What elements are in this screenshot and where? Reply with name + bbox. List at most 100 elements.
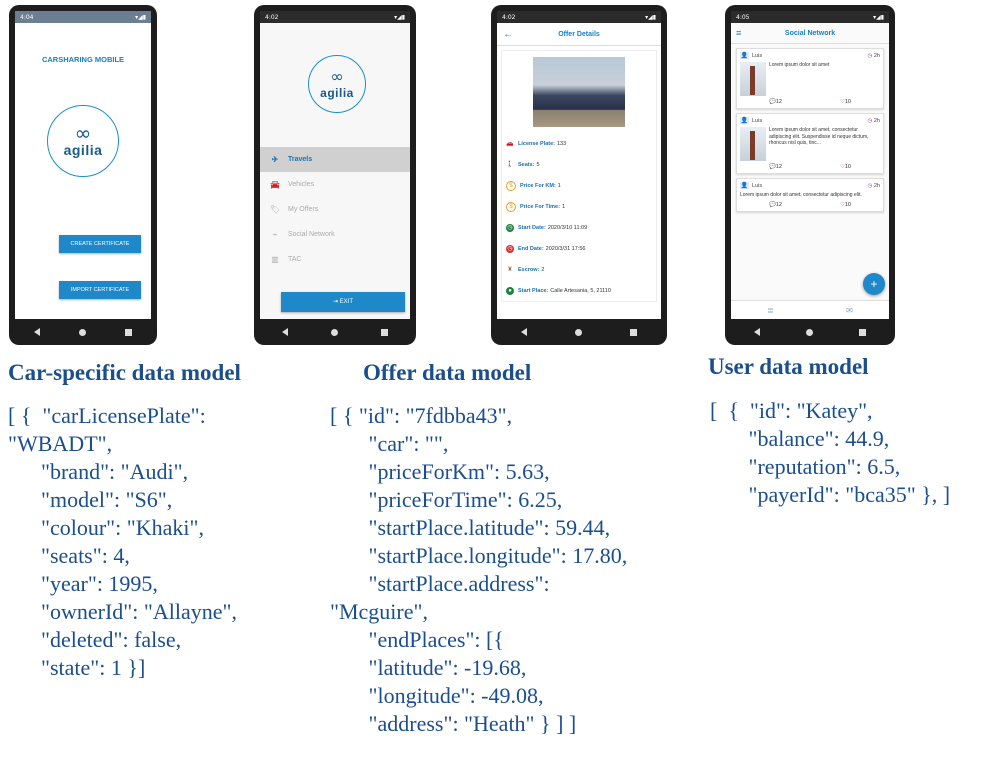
like-button[interactable]: ♡10 — [840, 202, 851, 208]
post-body: Lorem ipsum dolor sit amet — [740, 62, 880, 96]
menu-item-travels[interactable]: ✈ Travels — [260, 147, 410, 172]
detail-value: 2 — [541, 266, 545, 273]
post-header: 👤 Luis ◷ 2h — [740, 52, 880, 59]
like-button[interactable]: ♡10 — [840, 99, 851, 105]
detail-label: End Date: — [518, 245, 544, 252]
post-body: Lorem ipsum dolor sit amet, consectetur … — [740, 127, 880, 161]
comment-count: 12 — [775, 164, 782, 170]
status-time: 4:05 — [736, 13, 750, 21]
detail-price-time: $ Price For Time: 1 — [502, 196, 656, 217]
car-json: [ { "carLicensePlate": "WBADT", "brand":… — [8, 403, 237, 680]
exit-button[interactable]: ⇥ EXIT — [281, 292, 405, 312]
infinity-icon: ∞ — [330, 67, 344, 86]
mail-icon[interactable]: ✉ — [846, 306, 853, 315]
screen-offer-details: 4:02 ▾◢▮ ← Offer Details 🚗 License Plate… — [497, 11, 661, 319]
import-certificate-button[interactable]: IMPORT CERTIFICATE — [59, 281, 141, 299]
menu-item-my-offers[interactable]: 🏷 My Offers — [260, 197, 410, 222]
status-time: 4:02 — [265, 13, 279, 21]
comment-button[interactable]: 💬12 — [769, 164, 782, 170]
menu-item-label: My Offers — [288, 206, 319, 213]
post-card[interactable]: 👤 Luis ◷ 2h Lorem ipsum dolor sit amet, … — [736, 178, 884, 212]
recents-icon[interactable] — [381, 328, 389, 336]
page-title: Offer Details — [558, 30, 600, 38]
tag-icon: 🏷 — [269, 205, 281, 214]
recents-icon[interactable] — [630, 328, 637, 336]
detail-escrow: ♜ Escrow: 2 — [502, 259, 656, 280]
like-count: 10 — [844, 164, 851, 170]
back-icon[interactable] — [754, 328, 760, 336]
post-time-value: 2h — [873, 117, 880, 124]
back-icon[interactable] — [34, 328, 41, 336]
post-text: Lorem ipsum dolor sit amet — [769, 62, 830, 68]
back-icon[interactable] — [281, 328, 288, 336]
menu-item-label: TAC — [288, 256, 302, 263]
post-user: 👤 Luis — [740, 182, 762, 189]
back-icon[interactable] — [521, 328, 527, 336]
offer-json: [ { "id": "7fdbba43", "car": "", "priceF… — [330, 403, 628, 736]
home-icon[interactable] — [575, 328, 582, 336]
post-time: ◷ 2h — [868, 183, 880, 189]
comment-icon: 💬 — [768, 201, 776, 208]
offer-card: 🚗 License Plate: 133 🚶 Seats: 5 $ Price … — [501, 50, 657, 302]
bottom-tab-bar: ≣ ✉ — [731, 300, 889, 319]
menu-item-social-network[interactable]: ⌁ Social Network — [260, 222, 410, 247]
comment-button[interactable]: 💬12 — [769, 202, 782, 208]
agilia-logo: ∞ agilia — [47, 105, 119, 177]
home-icon[interactable] — [330, 328, 338, 336]
add-post-fab[interactable]: + — [863, 273, 885, 295]
comment-count: 12 — [775, 201, 782, 208]
system-nav-bar — [731, 322, 889, 342]
detail-value: 133 — [557, 140, 567, 147]
detail-label: Seats: — [518, 161, 535, 168]
exit-icon: ⇥ — [332, 299, 338, 305]
like-count: 10 — [844, 201, 851, 208]
menu-item-vehicles[interactable]: 🚘 Vehicles — [260, 172, 410, 197]
post-body: Lorem ipsum dolor sit amet, consectetur … — [740, 192, 880, 199]
signal-icon: ▾◢▮ — [394, 13, 405, 21]
detail-label: Price For Time: — [520, 203, 560, 210]
post-text: Lorem ipsum dolor sit amet, consectetur … — [740, 192, 862, 198]
screen-social-network: 4:05 ▾◢▮ ≡ Social Network 👤 Luis ◷ 2h Lo… — [731, 11, 889, 319]
caption-offer-model: Offer data model — [363, 360, 532, 385]
post-footer: 💬12 ♡10 — [740, 99, 880, 105]
signal-icon: ▾◢▮ — [645, 13, 656, 21]
post-card[interactable]: 👤 Luis ◷ 2h Lorem ipsum dolor sit amet 💬… — [736, 48, 884, 109]
recents-icon[interactable] — [859, 328, 866, 336]
menu-item-label: Travels — [288, 156, 313, 163]
status-time: 4:04 — [20, 13, 34, 21]
clock-icon: ◷ — [867, 182, 873, 189]
chart-icon: ▥ — [271, 255, 279, 264]
like-count: 10 — [844, 99, 851, 105]
status-bar: 4:02 ▾◢▮ — [497, 11, 661, 23]
menu-item-label: Social Network — [288, 231, 335, 238]
phone-carsharing-home: 4:04 ▾◢▮ CARSHARING MOBILE ∞ agilia CREA… — [9, 5, 157, 345]
home-icon[interactable] — [78, 328, 86, 336]
comment-icon: 💬 — [768, 164, 776, 170]
list-icon[interactable]: ≣ — [767, 306, 774, 315]
clock-icon: ◷ — [867, 117, 873, 124]
menu-item-label: Vehicles — [288, 181, 315, 188]
app-bar: ← Offer Details — [497, 23, 661, 46]
status-bar: 4:04 ▾◢▮ — [15, 11, 151, 23]
detail-label: Start Date: — [518, 224, 546, 231]
recents-icon[interactable] — [124, 328, 132, 336]
user-json: [ { "id": "Katey", "balance": 44.9, "rep… — [710, 398, 951, 507]
post-time-value: 2h — [873, 52, 880, 59]
status-bar: 4:05 ▾◢▮ — [731, 11, 889, 23]
like-button[interactable]: ♡10 — [840, 164, 851, 170]
home-icon[interactable] — [806, 328, 813, 336]
post-footer: 💬12 ♡10 — [740, 164, 880, 170]
post-header: 👤 Luis ◷ 2h — [740, 117, 880, 124]
comment-button[interactable]: 💬12 — [769, 99, 782, 105]
detail-label: Price For KM: — [520, 182, 556, 189]
create-certificate-button[interactable]: CREATE CERTIFICATE — [59, 235, 141, 253]
car-icon: 🚗 — [506, 141, 514, 147]
detail-value: 2020/3/10 11:09 — [547, 224, 588, 231]
plus-icon: + — [870, 277, 878, 291]
hamburger-menu-icon[interactable]: ≡ — [736, 28, 741, 38]
phone-social-network: 4:05 ▾◢▮ ≡ Social Network 👤 Luis ◷ 2h Lo… — [725, 5, 895, 345]
airplane-icon: ✈ — [271, 155, 279, 164]
back-arrow-icon[interactable]: ← — [503, 29, 513, 40]
menu-item-tac[interactable]: ▥ TAC — [260, 247, 410, 272]
post-card[interactable]: 👤 Luis ◷ 2h Lorem ipsum dolor sit amet, … — [736, 113, 884, 174]
